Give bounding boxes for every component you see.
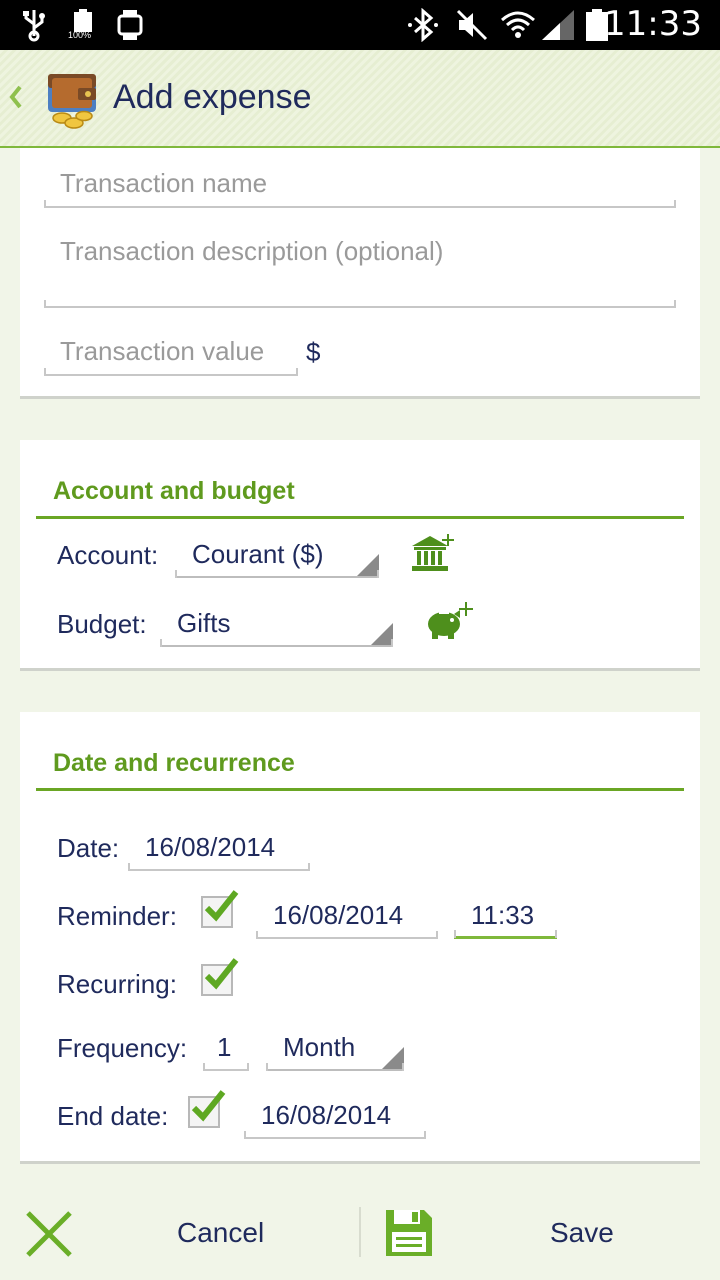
end-date-label: End date: bbox=[57, 1101, 169, 1131]
reminder-date-value: 16/08/2014 bbox=[273, 900, 404, 930]
budget-label: Budget: bbox=[57, 609, 147, 639]
checkmark-icon bbox=[204, 958, 239, 990]
account-budget-card: Account and budget Account: Courant ($) … bbox=[20, 440, 700, 671]
frequency-label: Frequency: bbox=[57, 1033, 188, 1063]
bank-add-icon[interactable] bbox=[410, 532, 458, 579]
recurring-label: Recurring: bbox=[57, 969, 177, 999]
reminder-time-field[interactable]: 11:33 bbox=[454, 895, 557, 939]
account-spinner[interactable]: Courant ($) bbox=[175, 534, 379, 578]
transaction-value-placeholder: Transaction value bbox=[60, 336, 265, 366]
frequency-input[interactable]: 1 bbox=[203, 1027, 249, 1071]
frequency-unit-spinner[interactable]: Month bbox=[266, 1027, 404, 1071]
piggy-bank-add-icon[interactable] bbox=[424, 600, 474, 649]
back-chevron-icon[interactable] bbox=[8, 84, 24, 115]
wallet-coins-icon[interactable] bbox=[44, 68, 102, 130]
transaction-name-placeholder: Transaction name bbox=[60, 168, 268, 198]
end-date-checkbox[interactable] bbox=[188, 1090, 226, 1128]
recurring-checkbox[interactable] bbox=[201, 958, 239, 996]
status-bar: 100% 11:33 bbox=[0, 0, 720, 50]
signal-icon bbox=[540, 8, 576, 42]
reminder-checkbox[interactable] bbox=[201, 890, 239, 928]
save-label: Save bbox=[550, 1217, 614, 1248]
reminder-label: Reminder: bbox=[57, 901, 177, 931]
section-divider bbox=[36, 788, 684, 791]
close-icon bbox=[24, 1209, 74, 1264]
checkmark-icon bbox=[204, 890, 239, 922]
section-divider bbox=[36, 516, 684, 519]
transaction-description-input[interactable]: Transaction description (optional) bbox=[44, 234, 676, 308]
usb-icon bbox=[20, 8, 48, 42]
page-title: Add expense bbox=[113, 78, 312, 116]
transaction-name-input[interactable]: Transaction name bbox=[44, 168, 676, 208]
end-date-value: 16/08/2014 bbox=[261, 1100, 392, 1130]
account-budget-title: Account and budget bbox=[53, 477, 295, 505]
cancel-label: Cancel bbox=[177, 1217, 265, 1248]
currency-symbol: $ bbox=[306, 337, 321, 367]
date-value: 16/08/2014 bbox=[145, 832, 276, 862]
cancel-button[interactable]: Cancel bbox=[0, 1185, 359, 1280]
date-field[interactable]: 16/08/2014 bbox=[128, 827, 310, 871]
transaction-card: Transaction name Transaction description… bbox=[20, 148, 700, 399]
floppy-disk-icon bbox=[383, 1207, 435, 1264]
transaction-description-placeholder: Transaction description (optional) bbox=[60, 236, 444, 266]
frequency-value: 1 bbox=[217, 1032, 232, 1062]
budget-value: Gifts bbox=[177, 608, 231, 638]
action-bar: Add expense bbox=[0, 50, 720, 148]
wifi-icon bbox=[500, 8, 536, 42]
bottom-action-bar: Cancel Save bbox=[0, 1185, 720, 1280]
date-label: Date: bbox=[57, 833, 120, 863]
account-label: Account: bbox=[57, 540, 159, 570]
dropdown-triangle-icon bbox=[371, 623, 393, 645]
reminder-time-value: 11:33 bbox=[471, 900, 535, 930]
battery-percent-label: 100% bbox=[68, 30, 92, 40]
transaction-value-input[interactable]: Transaction value bbox=[44, 336, 298, 376]
end-date-field[interactable]: 16/08/2014 bbox=[244, 1095, 426, 1139]
frequency-unit-value: Month bbox=[283, 1032, 356, 1062]
account-value: Courant ($) bbox=[192, 539, 324, 569]
checkmark-icon bbox=[191, 1090, 226, 1122]
mute-icon bbox=[455, 8, 489, 42]
bluetooth-icon bbox=[405, 8, 441, 42]
date-recurrence-card: Date and recurrence Date: 16/08/2014 Rem… bbox=[20, 712, 700, 1164]
budget-spinner[interactable]: Gifts bbox=[160, 603, 393, 647]
status-clock: 11:33 bbox=[604, 4, 702, 44]
dropdown-triangle-icon bbox=[357, 554, 379, 576]
save-button[interactable]: Save bbox=[361, 1185, 720, 1280]
watch-icon bbox=[116, 8, 144, 42]
date-recurrence-title: Date and recurrence bbox=[53, 749, 295, 777]
reminder-date-field[interactable]: 16/08/2014 bbox=[256, 895, 438, 939]
dropdown-triangle-icon bbox=[382, 1047, 404, 1069]
